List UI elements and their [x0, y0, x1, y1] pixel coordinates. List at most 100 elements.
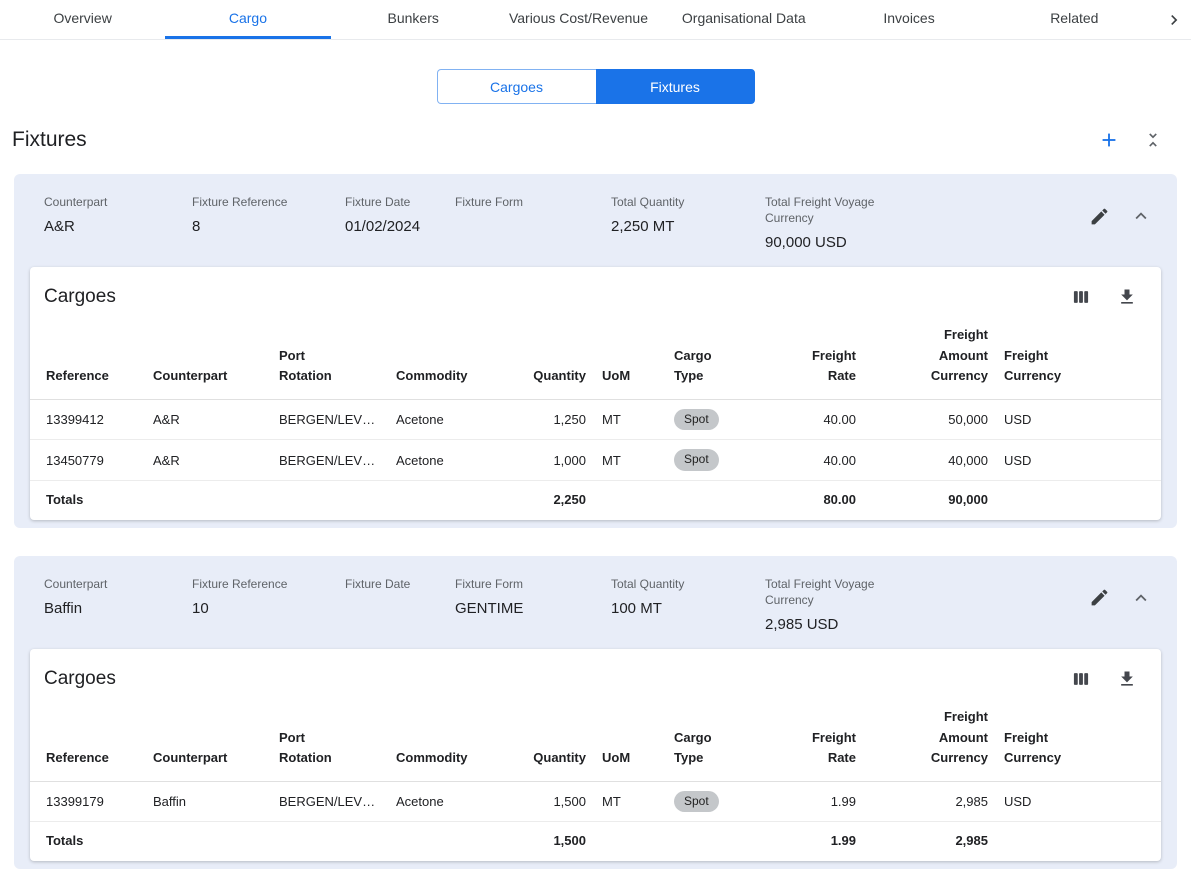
cell-freight-amount: 50,000 [864, 399, 996, 440]
cell-reference: 13399179 [30, 781, 145, 822]
collapse-fixture-button[interactable] [1129, 586, 1153, 610]
totals-label: Totals [30, 822, 145, 862]
edit-fixture-button[interactable] [1087, 204, 1111, 228]
cargo-type-badge: Spot [674, 791, 719, 813]
col-header-quantity: Quantity [510, 311, 594, 399]
plus-icon [1098, 129, 1120, 151]
toggle-fixtures-button[interactable]: Fixtures [596, 69, 755, 104]
fixture-header: Counterpart A&R Fixture Reference 8 Fixt… [14, 174, 1177, 267]
cell-uom: MT [594, 440, 666, 481]
totals-quantity: 2,250 [510, 480, 594, 520]
cargoes-card: Cargoes Reference Counterpart P [30, 267, 1161, 520]
field-total-quantity: Total Quantity 2,250 MT [611, 194, 765, 251]
tab-cargo[interactable]: Cargo [165, 0, 330, 39]
cell-commodity: Acetone [388, 440, 510, 481]
collapse-fixture-button[interactable] [1129, 204, 1153, 228]
cell-uom: MT [594, 781, 666, 822]
field-value: 90,000 USD [765, 234, 885, 251]
field-total-quantity: Total Quantity 100 MT [611, 576, 765, 633]
cargoes-actions [1069, 667, 1139, 691]
field-counterpart: Counterpart Baffin [44, 576, 192, 633]
cell-counterpart: A&R [145, 440, 271, 481]
collapse-all-button[interactable] [1141, 128, 1165, 152]
field-total-freight: Total Freight Voyage Currency 90,000 USD [765, 194, 897, 251]
col-header-uom: UoM [594, 311, 666, 399]
col-header-port-rotation: Port Rotation [271, 693, 388, 781]
totals-freight-rate: 1.99 [762, 822, 864, 862]
totals-row: Totals 1,500 1.99 2,985 [30, 822, 1161, 862]
col-header-reference: Reference [30, 693, 145, 781]
totals-freight-amount: 2,985 [864, 822, 996, 862]
cargoes-title: Cargoes [44, 286, 116, 308]
add-fixture-button[interactable] [1097, 128, 1121, 152]
cell-quantity: 1,500 [510, 781, 594, 822]
columns-icon [1071, 287, 1091, 307]
totals-label: Totals [30, 480, 145, 520]
col-header-cargo-type: Cargo Type [666, 311, 762, 399]
col-header-port-rotation: Port Rotation [271, 311, 388, 399]
col-header-freight-currency: Freight Currency [996, 693, 1161, 781]
field-counterpart: Counterpart A&R [44, 194, 192, 251]
cell-uom: MT [594, 399, 666, 440]
cargoes-actions [1069, 285, 1139, 309]
field-label: Fixture Form [455, 194, 599, 210]
col-header-freight-amount-currency: Freight Amount Currency [864, 311, 996, 399]
tab-organisational-data[interactable]: Organisational Data [661, 0, 826, 39]
table-row[interactable]: 13399179 Baffin BERGEN/LEV… Acetone 1,50… [30, 781, 1161, 822]
col-header-counterpart: Counterpart [145, 693, 271, 781]
tab-bunkers[interactable]: Bunkers [331, 0, 496, 39]
chevron-right-icon[interactable] [1157, 0, 1191, 39]
cell-reference: 13450779 [30, 440, 145, 481]
page-header: Fixtures [0, 104, 1191, 174]
column-settings-button[interactable] [1069, 667, 1093, 691]
field-value: 2,250 MT [611, 218, 753, 235]
cell-freight-rate: 40.00 [762, 440, 864, 481]
field-value: Baffin [44, 600, 180, 617]
col-header-freight-rate: Freight Rate [762, 693, 864, 781]
field-label: Total Freight Voyage Currency [765, 576, 885, 608]
field-label: Counterpart [44, 576, 180, 592]
table-header-row: Reference Counterpart Port Rotation Comm… [30, 311, 1161, 399]
field-label: Fixture Date [345, 194, 443, 210]
field-fixture-form: Fixture Form [455, 194, 611, 251]
totals-row: Totals 2,250 80.00 90,000 [30, 480, 1161, 520]
tab-overview[interactable]: Overview [0, 0, 165, 39]
cell-port-rotation: BERGEN/LEV… [271, 781, 388, 822]
totals-freight-amount: 90,000 [864, 480, 996, 520]
tab-invoices[interactable]: Invoices [826, 0, 991, 39]
collapse-all-icon [1143, 130, 1163, 150]
cell-counterpart: A&R [145, 399, 271, 440]
edit-pencil-icon [1089, 206, 1110, 227]
field-label: Total Quantity [611, 194, 753, 210]
tab-related[interactable]: Related [992, 0, 1157, 39]
field-label: Total Quantity [611, 576, 753, 592]
table-row[interactable]: 13399412 A&R BERGEN/LEV… Acetone 1,250 M… [30, 399, 1161, 440]
download-button[interactable] [1115, 285, 1139, 309]
cell-port-rotation: BERGEN/LEV… [271, 440, 388, 481]
table-row[interactable]: 13450779 A&R BERGEN/LEV… Acetone 1,000 M… [30, 440, 1161, 481]
download-icon [1117, 669, 1137, 689]
download-button[interactable] [1115, 667, 1139, 691]
top-navigation: Overview Cargo Bunkers Various Cost/Reve… [0, 0, 1191, 40]
cell-counterpart: Baffin [145, 781, 271, 822]
col-header-reference: Reference [30, 311, 145, 399]
col-header-counterpart: Counterpart [145, 311, 271, 399]
field-value: 8 [192, 218, 333, 235]
field-value: 10 [192, 600, 333, 617]
cargoes-table: Reference Counterpart Port Rotation Comm… [30, 693, 1161, 861]
column-settings-button[interactable] [1069, 285, 1093, 309]
edit-pencil-icon [1089, 587, 1110, 608]
field-value: 2,985 USD [765, 616, 885, 633]
toggle-cargoes-button[interactable]: Cargoes [437, 69, 596, 104]
cargo-type-badge: Spot [674, 409, 719, 431]
page-header-actions [1097, 128, 1165, 152]
col-header-commodity: Commodity [388, 693, 510, 781]
field-total-freight: Total Freight Voyage Currency 2,985 USD [765, 576, 897, 633]
edit-fixture-button[interactable] [1087, 586, 1111, 610]
fixture-card: Counterpart A&R Fixture Reference 8 Fixt… [14, 174, 1177, 528]
tab-various-cost-revenue[interactable]: Various Cost/Revenue [496, 0, 661, 39]
table-header-row: Reference Counterpart Port Rotation Comm… [30, 693, 1161, 781]
field-fixture-form: Fixture Form GENTIME [455, 576, 611, 633]
fixture-header: Counterpart Baffin Fixture Reference 10 … [14, 556, 1177, 649]
field-label: Fixture Reference [192, 576, 333, 592]
